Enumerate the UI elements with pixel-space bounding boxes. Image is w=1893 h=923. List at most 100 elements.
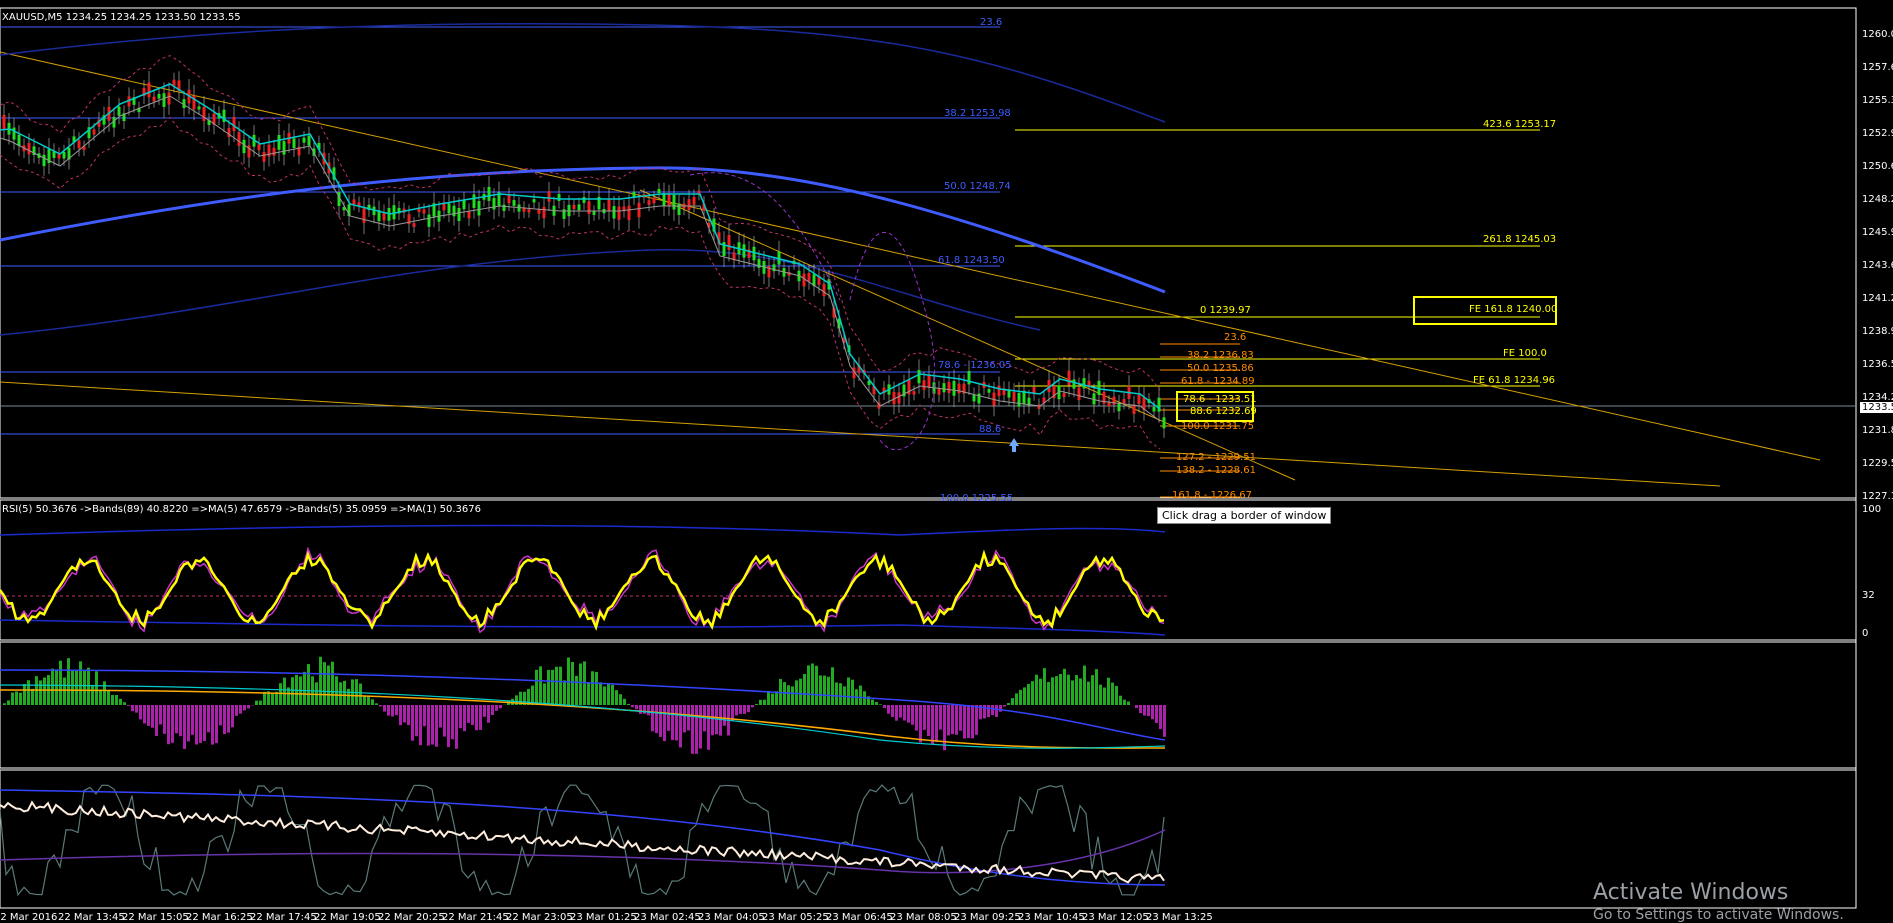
envelope-band	[849, 231, 936, 451]
macd-bar	[303, 671, 306, 705]
fib-ext-label: 78.6 - 1233.51	[1183, 394, 1257, 405]
envelope-band	[0, 55, 1161, 391]
time-label: 23 Mar 08:05	[890, 912, 957, 923]
macd-bar	[347, 688, 350, 705]
macd-bar	[1067, 674, 1070, 705]
candle	[582, 197, 586, 203]
fib-ext-label: 138.2 - 1228.61	[1176, 465, 1256, 476]
macd-bar	[799, 678, 802, 705]
candle	[257, 144, 261, 151]
candle	[607, 198, 611, 212]
macd-bar	[719, 705, 722, 736]
macd-bar	[335, 676, 338, 705]
macd-bar	[1119, 695, 1122, 705]
macd-bar	[55, 669, 58, 705]
macd-bar	[259, 700, 262, 705]
chart-canvas[interactable]	[0, 0, 1893, 923]
macd-bar	[499, 705, 502, 709]
macd-bar	[671, 705, 674, 741]
candle	[507, 195, 511, 204]
macd-bar	[911, 705, 914, 725]
macd-bar	[607, 682, 610, 705]
candle	[272, 147, 276, 156]
macd-bar	[547, 669, 550, 705]
candle	[172, 79, 176, 86]
candle	[687, 199, 691, 210]
macd-bar	[655, 705, 658, 734]
candle	[452, 205, 456, 217]
candle	[1122, 399, 1126, 404]
macd-bar	[723, 705, 726, 726]
macd-bar	[395, 705, 398, 716]
candle	[42, 154, 46, 167]
macd-bar	[883, 705, 886, 709]
fib-ext-label: 127.2 - 1229.51	[1176, 452, 1256, 463]
tooltip: Click drag a border of window	[1157, 507, 1332, 524]
candle	[147, 82, 151, 98]
candle	[542, 206, 546, 219]
time-label: 22 Mar 13:45	[58, 912, 125, 923]
candle	[922, 380, 926, 390]
macd-bar	[115, 695, 118, 705]
macd-bar	[987, 705, 990, 718]
price-label: 1248.25	[1862, 194, 1893, 205]
time-label: 23 Mar 09:25	[954, 912, 1021, 923]
rsi-band	[0, 619, 1166, 636]
macd-bar	[387, 705, 390, 716]
candle	[412, 223, 416, 228]
candle	[1062, 393, 1066, 398]
macd-bar	[691, 705, 694, 754]
macd-signal	[0, 684, 1166, 749]
oscillator-line	[0, 784, 1165, 897]
candle	[307, 135, 311, 146]
rsi-axis-label: 0	[1862, 628, 1869, 639]
macd-bar	[87, 667, 90, 705]
macd-bar	[443, 705, 446, 737]
macd-bar	[795, 680, 798, 705]
candle	[1152, 406, 1156, 412]
candle	[447, 203, 451, 214]
macd-bar	[7, 700, 10, 705]
macd-bar	[1019, 689, 1022, 705]
macd-bar	[407, 705, 410, 726]
macd-bar	[15, 691, 18, 705]
rsi-axis-label: 100	[1862, 504, 1882, 515]
macd-bar	[619, 694, 622, 705]
price-label: 1243.60	[1862, 260, 1893, 271]
macd-bar	[663, 705, 666, 742]
fib-ext-label: FE 161.8 1240.00	[1469, 304, 1558, 315]
macd-bar	[579, 663, 582, 705]
macd-bar	[807, 665, 810, 705]
macd-bar	[291, 677, 294, 705]
macd-bar	[875, 701, 878, 705]
macd-bar	[371, 699, 374, 705]
candle	[807, 272, 811, 282]
macd-bar	[963, 705, 966, 739]
macd-bar	[1047, 681, 1050, 705]
macd-bar	[247, 705, 250, 709]
candle	[1117, 402, 1121, 412]
macd-bar	[563, 680, 566, 705]
time-label: 23 Mar 04:05	[698, 912, 765, 923]
fib-label: 38.2 1253.98	[944, 108, 1011, 119]
macd-bar	[819, 675, 822, 705]
fe-161-box: FE 161.8 1240.00	[1413, 296, 1557, 325]
macd-bar	[623, 698, 626, 705]
macd-bar	[951, 705, 954, 735]
macd-bar	[127, 705, 130, 706]
fib-label: 100.0 1225.55	[940, 493, 1014, 504]
macd-bar	[231, 705, 234, 728]
macd-bar	[551, 669, 554, 705]
fib-ext-label: 50.0 1235.86	[1187, 363, 1254, 374]
macd-bar	[707, 705, 710, 750]
macd-bar	[851, 679, 854, 705]
time-label: 23 Mar 05:25	[762, 912, 829, 923]
macd-bar	[271, 693, 274, 705]
macd-bar	[255, 700, 258, 705]
macd-bar	[1023, 687, 1026, 705]
macd-bar	[1015, 693, 1018, 705]
time-label: 23 Mar 10:45	[1018, 912, 1085, 923]
macd-bar	[899, 705, 902, 718]
macd-bar	[215, 705, 218, 744]
candle	[1137, 394, 1141, 404]
